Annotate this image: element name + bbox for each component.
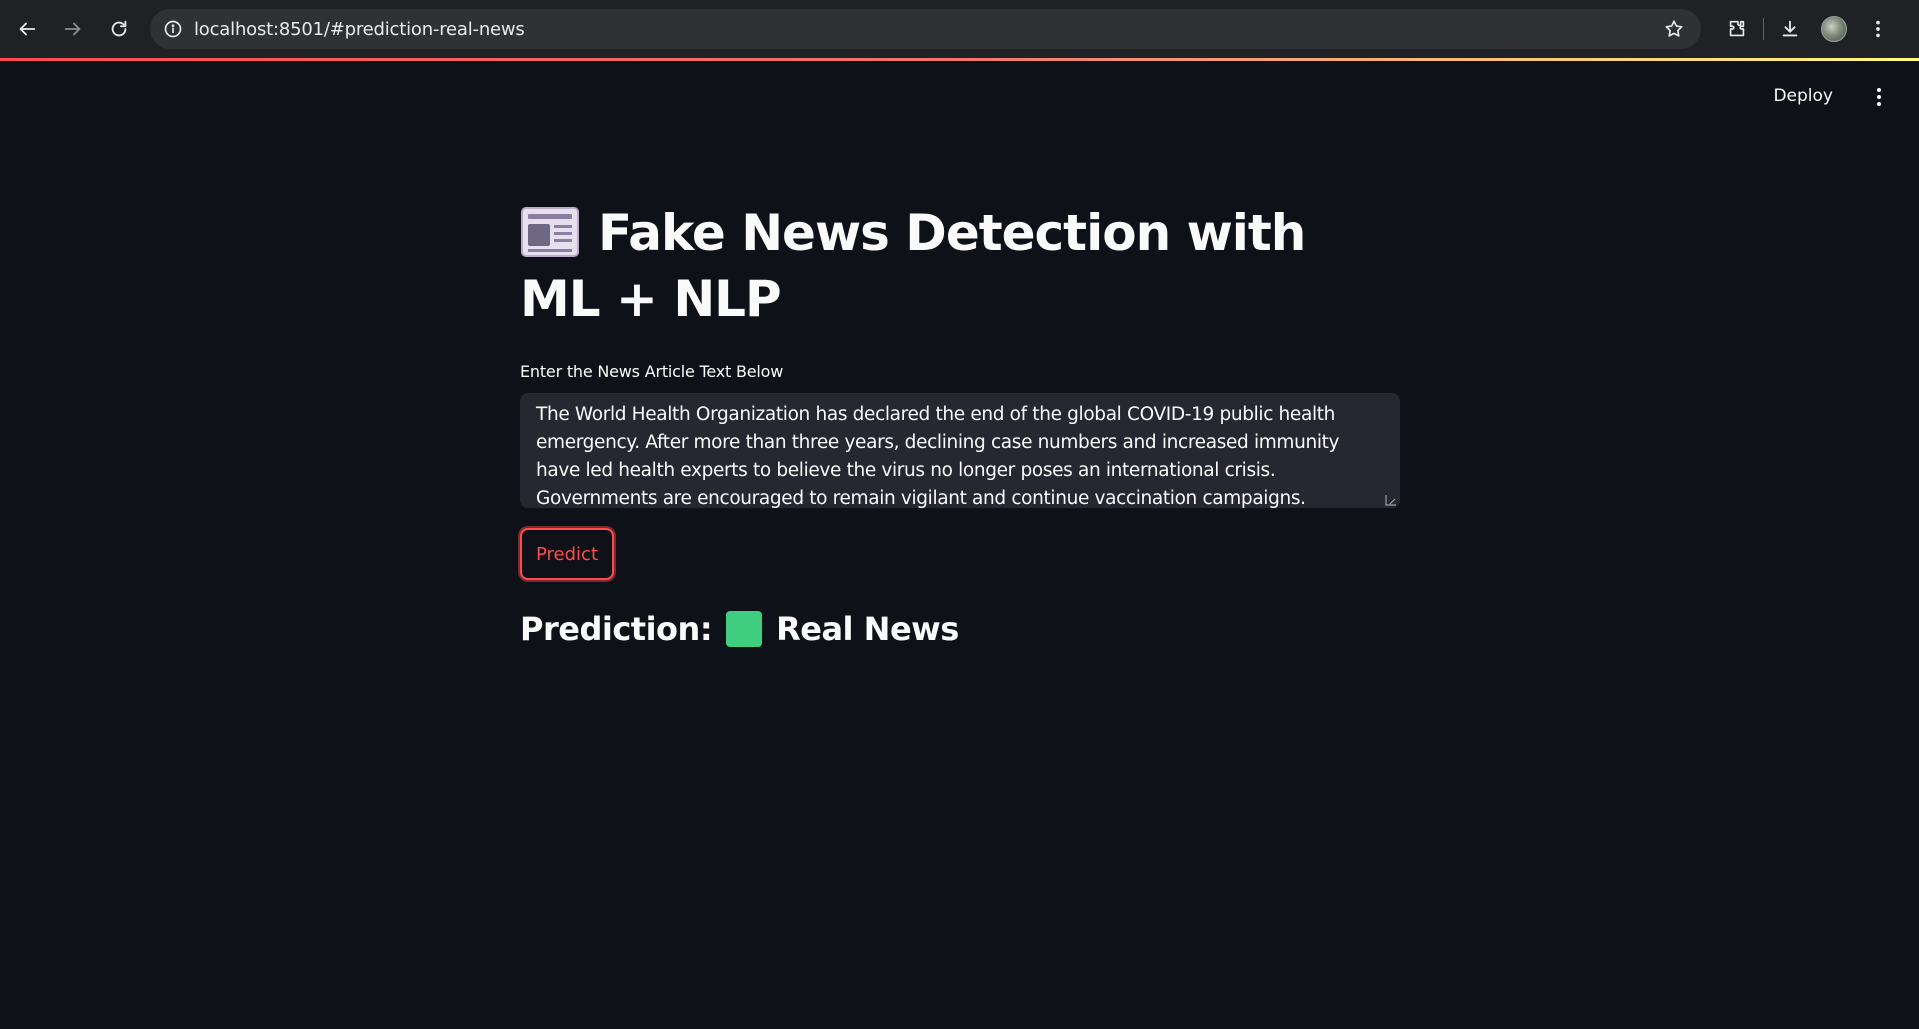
green-square-icon xyxy=(726,611,763,647)
site-info-icon[interactable] xyxy=(162,18,184,40)
download-icon[interactable] xyxy=(1768,7,1812,51)
forward-arrow-icon[interactable] xyxy=(50,6,96,52)
prediction-result: Prediction: Real News xyxy=(520,610,1400,648)
app-header: Deploy xyxy=(0,61,1919,135)
news-text-value[interactable]: The World Health Organization has declar… xyxy=(536,404,1339,508)
address-bar[interactable]: localhost:8501/#prediction-real-news xyxy=(150,9,1701,49)
toolbar-separator xyxy=(1763,18,1764,40)
main-content: Fake News Detection with ML + NLP Enter … xyxy=(520,200,1400,648)
prediction-value: Real News xyxy=(776,610,959,648)
browser-menu-icon[interactable] xyxy=(1856,7,1900,51)
reload-icon[interactable] xyxy=(96,6,142,52)
extensions-icon[interactable] xyxy=(1715,7,1759,51)
browser-actions xyxy=(1715,6,1900,52)
predict-button[interactable]: Predict xyxy=(520,528,614,580)
page-title: Fake News Detection with ML + NLP xyxy=(520,200,1400,332)
news-input-label: Enter the News Article Text Below xyxy=(520,362,784,381)
deploy-button[interactable]: Deploy xyxy=(1773,86,1833,106)
newspaper-icon xyxy=(521,207,579,257)
news-text-area[interactable]: The World Health Organization has declar… xyxy=(520,393,1400,508)
prediction-label: Prediction: xyxy=(520,610,713,648)
title-text: Fake News Detection with ML + NLP xyxy=(520,204,1306,328)
resize-handle-icon[interactable] xyxy=(1385,494,1397,506)
profile-avatar[interactable] xyxy=(1812,7,1856,51)
vertical-ellipsis-icon[interactable] xyxy=(1869,85,1889,109)
bookmark-star-icon[interactable] xyxy=(1663,18,1685,40)
back-arrow-icon[interactable] xyxy=(4,6,50,52)
avatar xyxy=(1821,16,1847,42)
browser-toolbar: localhost:8501/#prediction-real-news xyxy=(0,0,1919,58)
url-text[interactable]: localhost:8501/#prediction-real-news xyxy=(194,19,525,40)
